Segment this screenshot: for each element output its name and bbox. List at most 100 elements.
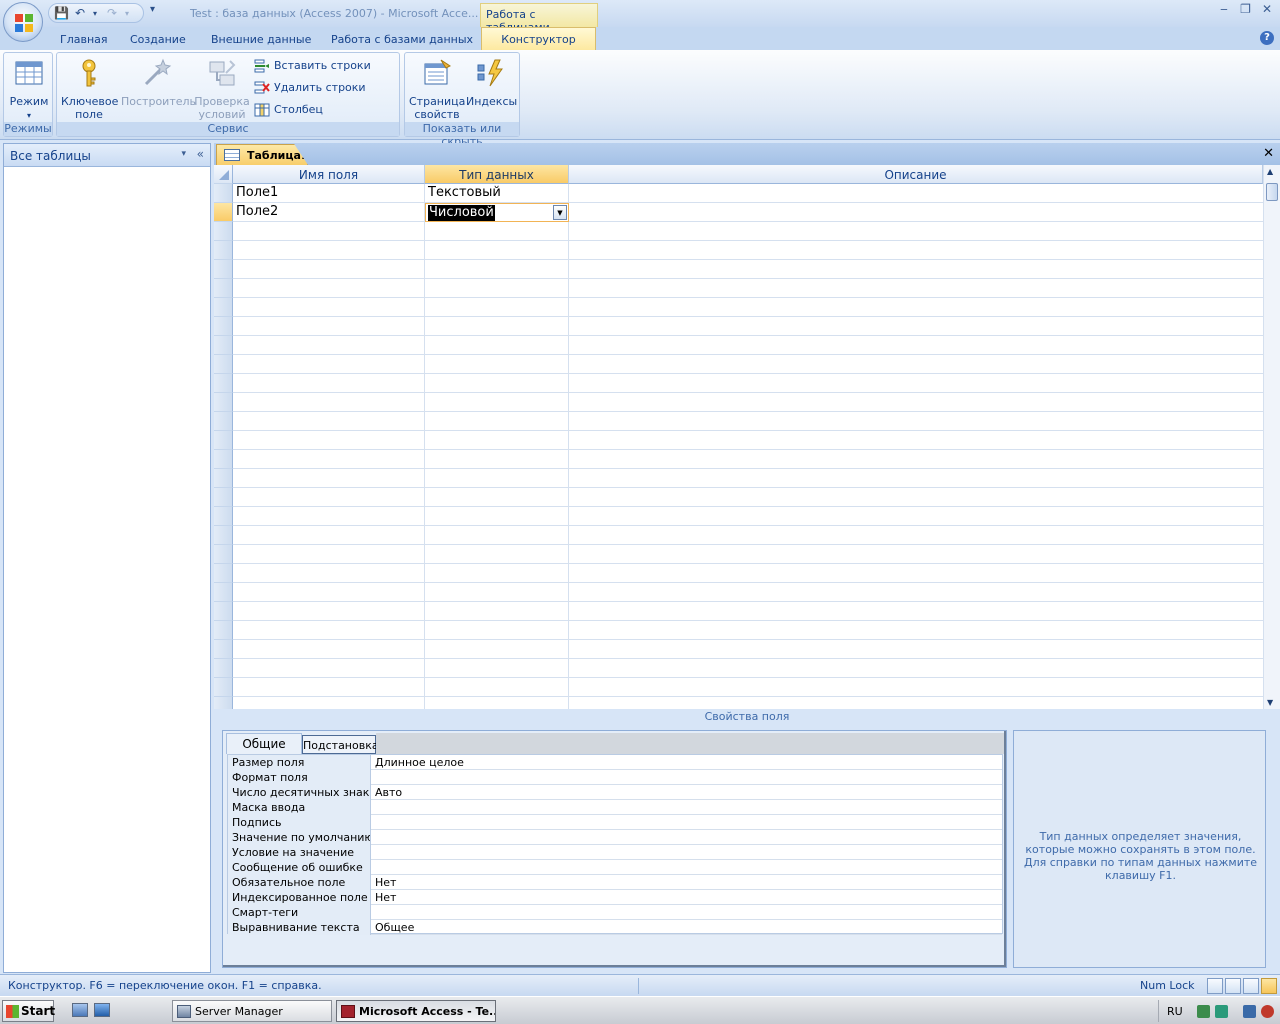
data-type-cell[interactable] <box>425 640 569 659</box>
taskbar-item-access[interactable]: Microsoft Access - Te... <box>336 1000 496 1022</box>
description-cell[interactable] <box>569 298 1263 317</box>
data-type-cell[interactable] <box>425 241 569 260</box>
description-cell[interactable] <box>569 393 1263 412</box>
row-selector[interactable] <box>214 640 233 659</box>
description-cell[interactable] <box>569 279 1263 298</box>
tab-home[interactable]: Главная <box>60 33 108 46</box>
field-name-cell[interactable] <box>233 469 425 488</box>
insert-rows-button[interactable]: Вставить строки <box>254 57 371 75</box>
data-type-cell[interactable] <box>425 469 569 488</box>
nav-pane-header[interactable]: Все таблицы ▾ « <box>4 144 210 167</box>
row-selector[interactable] <box>214 298 233 317</box>
field-name-cell[interactable] <box>233 621 425 640</box>
property-value-field[interactable] <box>371 830 1001 845</box>
row-selector[interactable] <box>214 450 233 469</box>
property-value-field[interactable]: Авто <box>371 785 1001 800</box>
field-name-cell[interactable] <box>233 317 425 336</box>
field-name-cell[interactable] <box>233 355 425 374</box>
field-name-cell[interactable] <box>233 241 425 260</box>
row-selector[interactable] <box>214 336 233 355</box>
field-name-cell[interactable] <box>233 564 425 583</box>
field-name-cell[interactable]: Поле2 <box>233 203 425 222</box>
property-value-field[interactable] <box>371 845 1001 860</box>
row-selector[interactable] <box>214 697 233 709</box>
nav-pane-collapse-icon[interactable]: « <box>197 147 204 161</box>
data-type-cell[interactable] <box>425 564 569 583</box>
property-value-field[interactable]: Общее <box>371 920 1001 935</box>
taskbar-item-server-manager[interactable]: Server Manager <box>172 1000 332 1022</box>
description-cell[interactable] <box>569 640 1263 659</box>
data-type-cell[interactable] <box>425 374 569 393</box>
undo-dropdown-icon[interactable]: ▾ <box>93 9 97 18</box>
description-cell[interactable] <box>569 659 1263 678</box>
column-header-field-name[interactable]: Имя поля <box>233 165 425 184</box>
description-cell[interactable] <box>569 260 1263 279</box>
test-rules-button[interactable]: Проверка условий <box>194 57 250 121</box>
data-type-combo[interactable]: Числовой ▼ <box>425 203 569 222</box>
tab-general[interactable]: Общие <box>226 733 302 754</box>
view-button[interactable]: Режим ▾ <box>9 57 49 122</box>
data-type-cell[interactable] <box>425 393 569 412</box>
property-value-field[interactable] <box>371 800 1001 815</box>
restore-button[interactable]: ❐ <box>1237 2 1255 16</box>
description-cell[interactable] <box>569 583 1263 602</box>
field-name-cell[interactable] <box>233 222 425 241</box>
data-type-cell[interactable] <box>425 222 569 241</box>
view-dropdown-icon[interactable]: ▾ <box>27 111 31 120</box>
field-name-cell[interactable] <box>233 640 425 659</box>
language-indicator[interactable]: RU <box>1167 1005 1183 1018</box>
property-value-field[interactable]: Нет <box>371 890 1001 905</box>
description-cell[interactable] <box>569 526 1263 545</box>
lookup-column-button[interactable]: Столбец подстановок <box>254 101 399 134</box>
data-type-cell[interactable] <box>425 488 569 507</box>
customize-qat-icon[interactable]: ▾ <box>150 4 155 15</box>
description-cell[interactable] <box>569 469 1263 488</box>
description-cell[interactable] <box>569 621 1263 640</box>
description-cell[interactable] <box>569 355 1263 374</box>
builder-button[interactable]: Построитель <box>121 57 196 108</box>
row-selector[interactable] <box>214 469 233 488</box>
tab-lookup[interactable]: Подстановка <box>302 735 379 754</box>
row-selector[interactable] <box>214 355 233 374</box>
field-name-cell[interactable] <box>233 374 425 393</box>
description-cell[interactable] <box>569 203 1263 222</box>
scroll-up-icon[interactable]: ▲ <box>1267 167 1273 176</box>
indexes-button[interactable]: Индексы <box>466 57 517 108</box>
data-type-cell[interactable] <box>425 336 569 355</box>
row-selector[interactable] <box>214 412 233 431</box>
pivotchart-view-icon[interactable] <box>1243 978 1259 994</box>
description-cell[interactable] <box>569 374 1263 393</box>
data-type-cell[interactable] <box>425 583 569 602</box>
field-name-cell[interactable] <box>233 545 425 564</box>
description-cell[interactable] <box>569 545 1263 564</box>
start-button[interactable]: Start <box>2 1000 55 1022</box>
data-type-cell[interactable] <box>425 412 569 431</box>
row-selector[interactable] <box>214 241 233 260</box>
show-desktop-icon[interactable] <box>94 1003 110 1017</box>
row-selector[interactable] <box>214 260 233 279</box>
data-type-cell[interactable]: Текстовый <box>425 184 569 203</box>
column-header-description[interactable]: Описание <box>569 165 1263 184</box>
document-tab-table1[interactable]: Таблица1 <box>216 144 308 165</box>
grid-vertical-scrollbar[interactable]: ▲ ▼ <box>1263 165 1280 709</box>
server-manager-quick-icon[interactable] <box>72 1003 88 1017</box>
property-value-field[interactable] <box>371 815 1001 830</box>
row-selector[interactable] <box>214 602 233 621</box>
row-selector[interactable] <box>214 659 233 678</box>
redo-dropdown-icon[interactable]: ▾ <box>125 9 129 18</box>
data-type-cell[interactable] <box>425 602 569 621</box>
data-type-cell[interactable] <box>425 298 569 317</box>
description-cell[interactable] <box>569 431 1263 450</box>
field-name-cell[interactable] <box>233 488 425 507</box>
field-name-cell[interactable] <box>233 431 425 450</box>
close-window-button[interactable]: ✕ <box>1258 2 1276 16</box>
row-selector[interactable] <box>214 222 233 241</box>
undo-icon[interactable]: ↶ <box>75 6 85 20</box>
description-cell[interactable] <box>569 336 1263 355</box>
data-type-cell[interactable] <box>425 317 569 336</box>
help-icon[interactable]: ? <box>1260 31 1274 45</box>
description-cell[interactable] <box>569 317 1263 336</box>
tray-update-icon[interactable] <box>1197 1005 1210 1018</box>
field-name-cell[interactable] <box>233 697 425 709</box>
tray-volume-icon[interactable] <box>1261 1005 1274 1018</box>
